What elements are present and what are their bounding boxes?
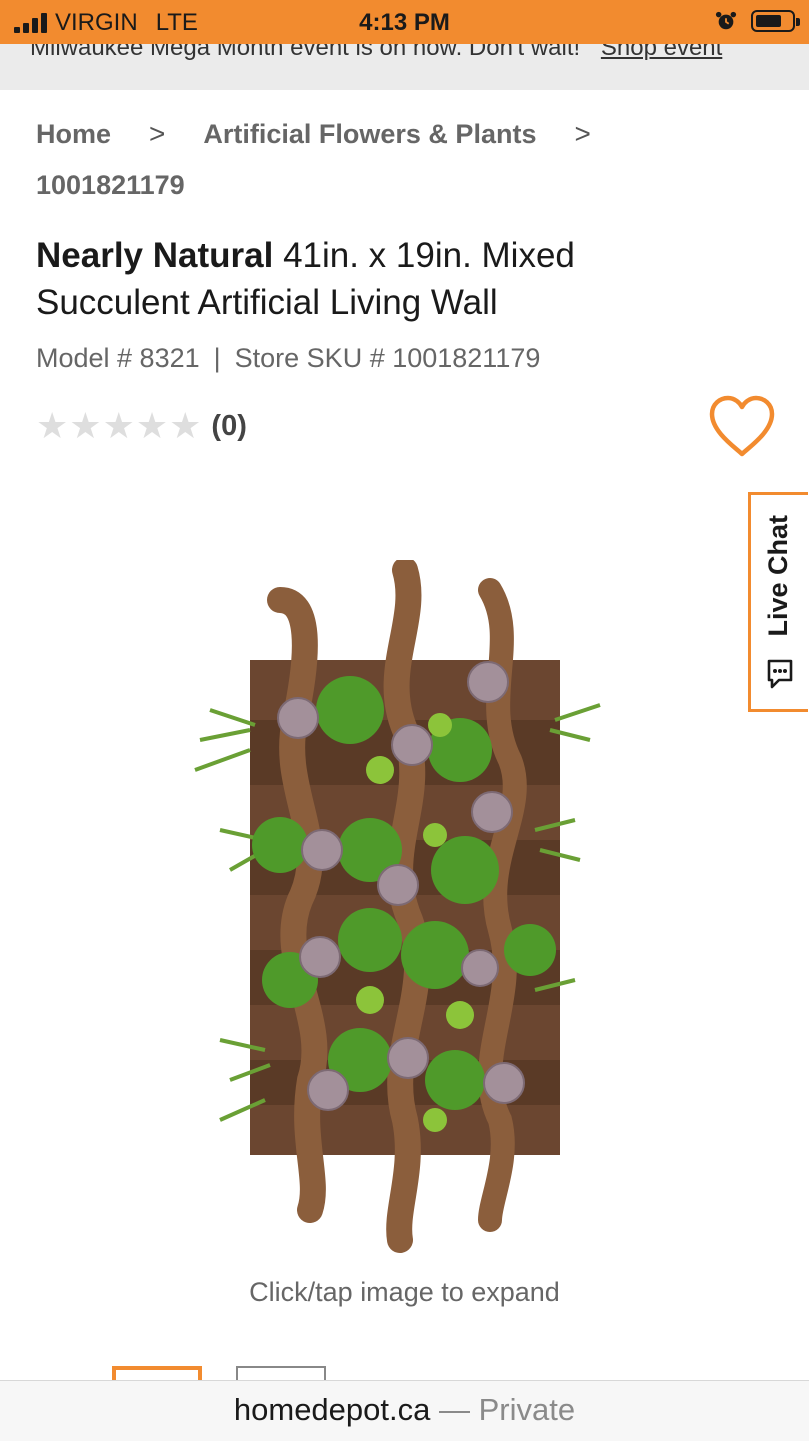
- model-number: Model # 8321: [36, 343, 200, 373]
- chat-bubble-icon: [767, 659, 793, 689]
- star-rating: ★ ★ ★ ★ ★: [36, 408, 201, 444]
- breadcrumb: Home > Artificial Flowers & Plants > 100…: [36, 118, 756, 200]
- live-chat-button[interactable]: Live Chat: [748, 492, 808, 712]
- star-icon: ★: [69, 405, 102, 446]
- url-domain: homedepot.ca: [233, 1392, 431, 1427]
- breadcrumb-home-link[interactable]: Home: [36, 119, 111, 150]
- product-image[interactable]: [180, 560, 630, 1260]
- rating-count: (0): [211, 409, 247, 442]
- star-icon: ★: [169, 405, 202, 446]
- identifier-separator: |: [213, 343, 221, 373]
- star-icon: ★: [36, 405, 69, 446]
- product-brand[interactable]: Nearly Natural: [36, 236, 273, 275]
- status-time: 4:13 PM: [359, 9, 450, 36]
- status-bar: VIRGIN LTE 4:13 PM: [0, 0, 809, 44]
- star-icon: ★: [102, 405, 135, 446]
- store-sku: Store SKU # 1001821179: [234, 343, 541, 373]
- star-icon: ★: [135, 405, 169, 446]
- product-identifiers: Model # 8321 | Store SKU # 1001821179: [36, 343, 540, 374]
- heart-outline-icon[interactable]: [706, 394, 778, 460]
- product-rating[interactable]: ★ ★ ★ ★ ★ (0): [36, 408, 247, 444]
- product-title: Nearly Natural 41in. x 19in. Mixed Succu…: [36, 232, 736, 326]
- chevron-right-icon: >: [574, 118, 591, 149]
- url-bar[interactable]: homedepot.ca — Private: [0, 1380, 809, 1441]
- breadcrumb-current: 1001821179: [36, 170, 185, 200]
- live-chat-label: Live Chat: [763, 515, 793, 637]
- private-indicator: — Private: [439, 1392, 576, 1427]
- breadcrumb-category-link[interactable]: Artificial Flowers & Plants: [203, 119, 536, 150]
- status-right: [715, 10, 800, 32]
- expand-hint: Click/tap image to expand: [249, 1277, 560, 1307]
- alarm-icon: [715, 11, 737, 30]
- chevron-right-icon: >: [149, 118, 166, 149]
- battery-icon: [751, 10, 800, 32]
